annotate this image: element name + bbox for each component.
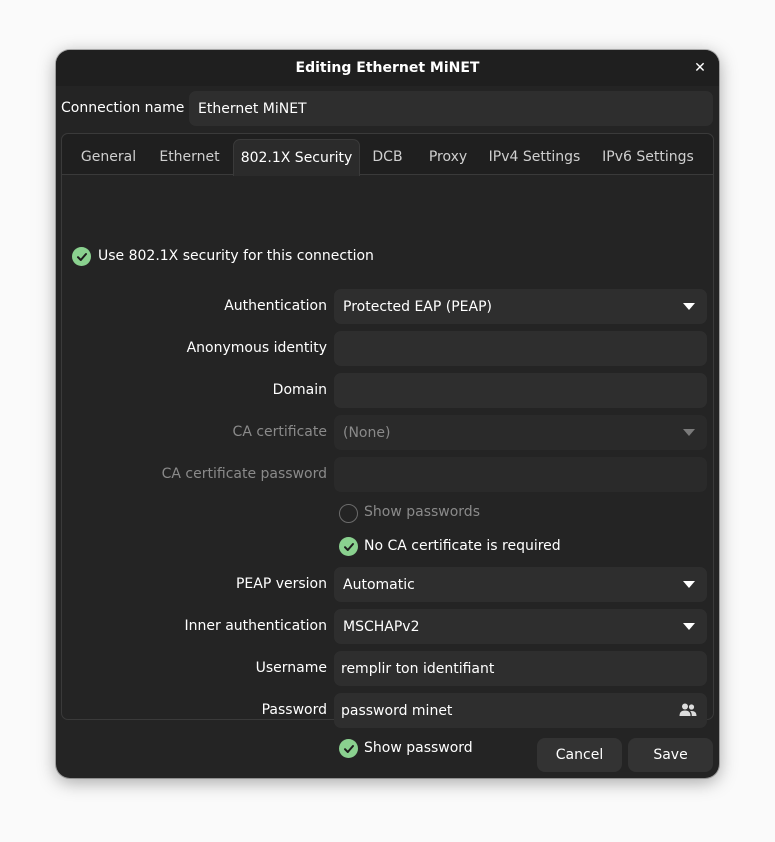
domain-input[interactable] xyxy=(334,373,707,408)
peap-version-value: Automatic xyxy=(343,576,415,593)
anonymous-identity-input[interactable] xyxy=(334,331,707,366)
tab-bar: General Ethernet 802.1X Security DCB Pro… xyxy=(62,134,713,176)
save-button[interactable]: Save xyxy=(628,738,713,772)
ca-certificate-password-input xyxy=(334,457,707,492)
use-8021x-checkbox[interactable] xyxy=(72,247,91,266)
inner-authentication-dropdown[interactable]: MSCHAPv2 xyxy=(334,609,707,644)
tab-general[interactable]: General xyxy=(70,139,147,175)
tab-ethernet[interactable]: Ethernet xyxy=(148,139,231,175)
peap-version-dropdown[interactable]: Automatic xyxy=(334,567,707,602)
username-value: remplir ton identifiant xyxy=(341,660,495,677)
anonymous-identity-label: Anonymous identity xyxy=(186,340,327,356)
show-passwords-label: Show passwords xyxy=(364,504,480,520)
password-label: Password xyxy=(261,702,327,718)
dropdown-arrow-icon xyxy=(683,581,695,588)
no-ca-required-checkbox[interactable] xyxy=(339,537,358,556)
settings-notebook: General Ethernet 802.1X Security DCB Pro… xyxy=(61,133,714,758)
connection-name-input[interactable] xyxy=(189,91,713,126)
show-password-label: Show password xyxy=(364,740,473,756)
inner-authentication-value: MSCHAPv2 xyxy=(343,618,420,635)
no-ca-required-label: No CA certificate is required xyxy=(364,538,561,554)
check-icon xyxy=(343,542,354,551)
domain-label: Domain xyxy=(272,382,327,398)
check-icon xyxy=(76,252,87,261)
show-password-checkbox[interactable] xyxy=(339,739,358,758)
cancel-button[interactable]: Cancel xyxy=(537,738,622,772)
use-8021x-label: Use 802.1X security for this connection xyxy=(98,248,374,264)
peap-version-label: PEAP version xyxy=(235,576,327,592)
authentication-label: Authentication xyxy=(224,298,327,314)
tab-ipv4-settings[interactable]: IPv4 Settings xyxy=(480,139,589,175)
show-passwords-checkbox xyxy=(339,504,358,523)
authentication-dropdown[interactable]: Protected EAP (PEAP) xyxy=(334,289,707,324)
username-input[interactable]: remplir ton identifiant xyxy=(334,651,707,686)
dropdown-arrow-icon xyxy=(683,303,695,310)
dialog-window: Editing Ethernet MiNET ✕ Connection name… xyxy=(56,50,719,778)
window-title: Editing Ethernet MiNET xyxy=(295,60,480,76)
tab-dcb[interactable]: DCB xyxy=(360,139,415,175)
ca-certificate-label: CA certificate xyxy=(232,424,327,440)
ca-certificate-dropdown: (None) xyxy=(334,415,707,450)
titlebar: Editing Ethernet MiNET ✕ xyxy=(56,50,719,86)
tab-proxy[interactable]: Proxy xyxy=(417,139,479,175)
authentication-value: Protected EAP (PEAP) xyxy=(343,298,492,315)
users-icon[interactable] xyxy=(679,702,697,718)
password-value: password minet xyxy=(341,702,453,719)
tab-8021x-security[interactable]: 802.1X Security xyxy=(233,139,360,176)
connection-name-label: Connection name xyxy=(61,100,185,116)
close-icon[interactable]: ✕ xyxy=(691,59,709,77)
ca-certificate-value: (None) xyxy=(343,424,391,441)
ca-certificate-password-label: CA certificate password xyxy=(161,466,327,482)
password-input[interactable]: password minet xyxy=(334,693,707,728)
inner-authentication-label: Inner authentication xyxy=(184,618,327,634)
dropdown-arrow-icon xyxy=(683,429,695,436)
username-label: Username xyxy=(255,660,327,676)
check-icon xyxy=(343,744,354,753)
tab-ipv6-settings[interactable]: IPv6 Settings xyxy=(592,139,704,175)
dropdown-arrow-icon xyxy=(683,623,695,630)
